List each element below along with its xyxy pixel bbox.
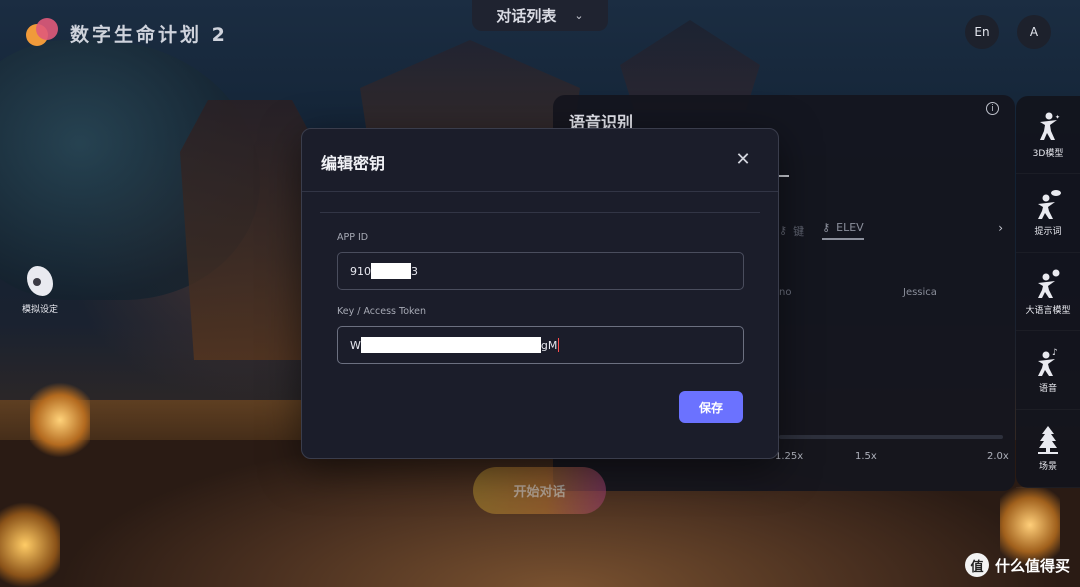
tab-underline [779, 175, 789, 177]
nav-label: 提示词 [1034, 227, 1062, 238]
app-id-value-suffix: 3 [411, 264, 418, 278]
right-sidebar-nav: ✦ 3D模型 提示词 大语言模型 ♪ 语音 场景 [1016, 96, 1080, 489]
close-icon[interactable]: ✕ [734, 151, 752, 169]
nav-label: 3D模型 [1032, 148, 1064, 159]
figure-music-icon: ♪ [1035, 346, 1061, 376]
chevron-down-icon: ⌄ [574, 9, 584, 22]
app-id-field[interactable]: 910 3 [337, 252, 744, 290]
tab-label: ELEV [836, 221, 864, 234]
divider [320, 212, 760, 213]
start-conversation-button[interactable]: 开始对话 [473, 467, 606, 514]
token-label: Key / Access Token [337, 306, 427, 317]
key-icon: ⚷ [779, 224, 788, 237]
speed-slider[interactable] [779, 435, 1003, 439]
nav-label: 语音 [1038, 383, 1057, 394]
app-id-label: APP ID [337, 232, 369, 243]
speed-label: 2.0x [987, 451, 1009, 462]
tree-icon [1035, 424, 1061, 455]
bg-temple-left [180, 100, 320, 360]
user-avatar-button[interactable]: A [1017, 15, 1051, 49]
speed-label: 1.25x [775, 451, 804, 462]
nav-item-llm[interactable]: 大语言模型 [1016, 253, 1080, 332]
redacted-block [371, 263, 411, 279]
tab-provider-elevenlabs[interactable]: ⚷ ELEV [822, 221, 864, 240]
nav-label: 大语言模型 [1025, 305, 1071, 316]
access-token-field[interactable]: WgM [337, 326, 744, 364]
token-value-prefix: W [350, 338, 361, 352]
nav-item-prompt[interactable]: 提示词 [1016, 174, 1080, 253]
tab-provider-key[interactable]: ⚷ 键 [779, 223, 804, 239]
language-toggle-button[interactable]: En [965, 15, 999, 49]
edit-key-modal: 编辑密钥 ✕ APP ID 910 3 Key / Access Token Wg… [301, 128, 779, 459]
nav-label: 场景 [1038, 462, 1057, 473]
modal-title: 编辑密钥 [321, 154, 386, 173]
text-caret [558, 338, 560, 352]
key-icon: ⚷ [822, 221, 831, 234]
svg-text:♪: ♪ [1052, 348, 1058, 358]
info-icon[interactable]: i [986, 102, 999, 115]
modal-header: 编辑密钥 ✕ [302, 129, 778, 192]
figure-chat-icon [1035, 189, 1061, 220]
app-title: 数字生命计划 2 [70, 23, 228, 46]
conversation-list-dropdown[interactable]: 对话列表 ⌄ [472, 0, 608, 31]
logo-icon [26, 18, 60, 48]
chevron-right-icon[interactable]: › [998, 221, 1003, 235]
svg-text:✦: ✦ [1055, 114, 1060, 121]
app-logo: 数字生命计划 2 [26, 18, 228, 48]
save-button[interactable]: 保存 [679, 391, 743, 423]
nav-item-3d-model[interactable]: ✦ 3D模型 [1016, 96, 1080, 175]
figure-bulb-icon [1035, 268, 1061, 298]
watermark: 值 什么值得买 [964, 553, 1070, 577]
watermark-text: 什么值得买 [994, 556, 1070, 575]
head-profile-icon [27, 266, 53, 296]
bg-lantern-bottom-left [0, 500, 60, 587]
token-value-suffix: gM [540, 338, 558, 352]
speed-label: 1.5x [855, 451, 877, 462]
conversation-list-label: 对话列表 [496, 7, 557, 25]
redacted-block [360, 337, 541, 353]
app-id-value-prefix: 910 [350, 264, 371, 278]
figure-3d-icon: ✦ [1035, 111, 1061, 141]
sim-settings-label: 模拟设定 [21, 305, 58, 315]
nav-item-voice[interactable]: ♪ 语音 [1016, 331, 1080, 410]
voice-option[interactable]: Jessica [903, 287, 937, 298]
nav-item-scene[interactable]: 场景 [1016, 410, 1080, 489]
voice-option[interactable]: no [779, 287, 791, 298]
watermark-logo: 值 [964, 553, 989, 577]
sim-settings-button[interactable]: 模拟设定 [14, 266, 66, 315]
bg-lantern-left [30, 380, 90, 460]
provider-tabs: ⚷ 键 ⚷ ELEV [779, 221, 864, 240]
tab-label: 键 [793, 224, 805, 238]
